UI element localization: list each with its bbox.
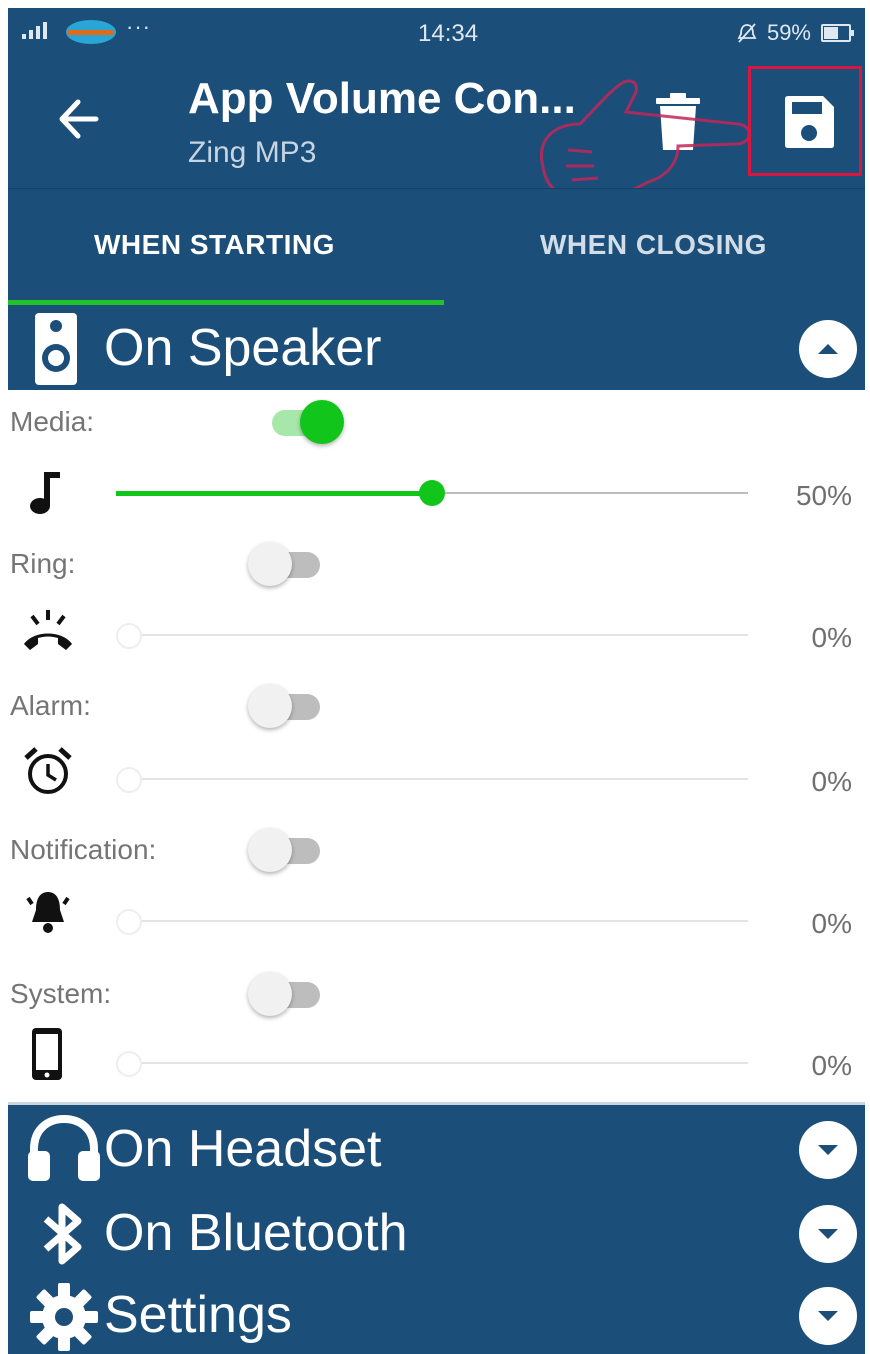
toggle-thumb xyxy=(248,828,292,872)
slider-rail xyxy=(116,634,748,636)
toggle-switch[interactable] xyxy=(248,682,328,730)
slider-knob[interactable] xyxy=(116,623,142,649)
status-bar: ··· 14:34 59% xyxy=(8,8,865,58)
toggle-switch[interactable] xyxy=(248,826,328,874)
signal-icon xyxy=(22,22,47,39)
toggle-thumb xyxy=(248,972,292,1016)
chevron-down-icon xyxy=(818,1311,838,1321)
volume-slider[interactable] xyxy=(116,1048,748,1078)
section-headset[interactable]: On Headset xyxy=(8,1105,865,1191)
battery-percent: 59% xyxy=(766,20,811,45)
collapse-button[interactable] xyxy=(799,320,857,378)
muted-bell-icon xyxy=(737,23,757,43)
section-headset-label: On Headset xyxy=(104,1120,382,1178)
volume-percent: 50% xyxy=(795,480,852,511)
row-label: Media: xyxy=(10,406,95,437)
slider-knob[interactable] xyxy=(116,767,142,793)
toggle-switch[interactable] xyxy=(248,540,328,588)
save-icon xyxy=(785,96,834,148)
gear-icon xyxy=(30,1283,98,1351)
slider-rail xyxy=(116,778,748,780)
volume-percent: 0% xyxy=(811,622,852,653)
bell-icon xyxy=(26,892,70,933)
slider-knob[interactable] xyxy=(419,480,445,506)
collapsed-sections: On Headset On Bluetooth Settings xyxy=(8,1102,865,1354)
section-bluetooth[interactable]: On Bluetooth xyxy=(8,1191,865,1275)
slider-knob[interactable] xyxy=(116,1051,142,1077)
row-label: Ring: xyxy=(10,548,76,579)
page-subtitle: Zing MP3 xyxy=(188,136,317,169)
tab-bar: WHEN STARTING WHEN CLOSING xyxy=(8,188,865,309)
save-button[interactable] xyxy=(748,66,862,176)
volume-slider[interactable] xyxy=(116,478,748,508)
status-dots: ··· xyxy=(126,14,151,39)
battery-level xyxy=(824,27,839,39)
volume-percent: 0% xyxy=(811,766,852,797)
status-time: 14:34 xyxy=(418,20,479,47)
volume-slider[interactable] xyxy=(116,906,748,936)
battery-icon xyxy=(821,24,854,42)
expand-button[interactable] xyxy=(799,1121,857,1179)
carrier-logo-icon xyxy=(66,20,116,44)
volume-slider[interactable] xyxy=(116,764,748,794)
music-note-icon xyxy=(30,472,60,514)
row-label: System: xyxy=(10,978,112,1009)
toggle-switch[interactable] xyxy=(262,398,344,446)
slider-rail xyxy=(116,920,748,922)
volume-slider[interactable] xyxy=(116,620,748,650)
tab-when-starting[interactable]: WHEN STARTING xyxy=(94,229,335,261)
volume-percent: 0% xyxy=(811,1050,852,1081)
expand-button[interactable] xyxy=(799,1205,857,1263)
slider-rail xyxy=(116,1062,748,1064)
chevron-up-icon xyxy=(818,344,838,354)
chevron-down-icon xyxy=(818,1145,838,1155)
page-title: App Volume Con... xyxy=(188,74,576,123)
section-settings-label: Settings xyxy=(104,1286,292,1344)
alarm-clock-icon xyxy=(24,747,72,794)
status-right: 59% xyxy=(737,20,854,46)
toggle-thumb xyxy=(248,542,292,586)
volume-percent: 0% xyxy=(811,908,852,939)
section-speaker[interactable]: On Speaker xyxy=(8,308,865,390)
tab-when-closing[interactable]: WHEN CLOSING xyxy=(540,229,767,261)
slider-knob[interactable] xyxy=(116,909,142,935)
phone-icon xyxy=(32,1028,62,1080)
app-bar: App Volume Con... Zing MP3 xyxy=(8,58,865,201)
row-label: Alarm: xyxy=(10,690,91,721)
slider-fill xyxy=(116,491,432,496)
chevron-down-icon xyxy=(818,1229,838,1239)
section-speaker-label: On Speaker xyxy=(104,319,382,377)
row-label: Notification: xyxy=(10,834,157,865)
toggle-thumb xyxy=(300,400,344,444)
toggle-switch[interactable] xyxy=(248,970,328,1018)
headset-icon xyxy=(28,1114,100,1181)
bluetooth-icon xyxy=(43,1203,82,1265)
expand-button[interactable] xyxy=(799,1287,857,1345)
ringing-phone-icon xyxy=(24,610,72,650)
toggle-thumb xyxy=(248,684,292,728)
speaker-icon xyxy=(35,313,77,385)
tab-indicator xyxy=(8,300,444,305)
section-bluetooth-label: On Bluetooth xyxy=(104,1204,408,1262)
section-settings[interactable]: Settings xyxy=(8,1275,865,1354)
back-arrow-icon[interactable] xyxy=(52,94,102,144)
